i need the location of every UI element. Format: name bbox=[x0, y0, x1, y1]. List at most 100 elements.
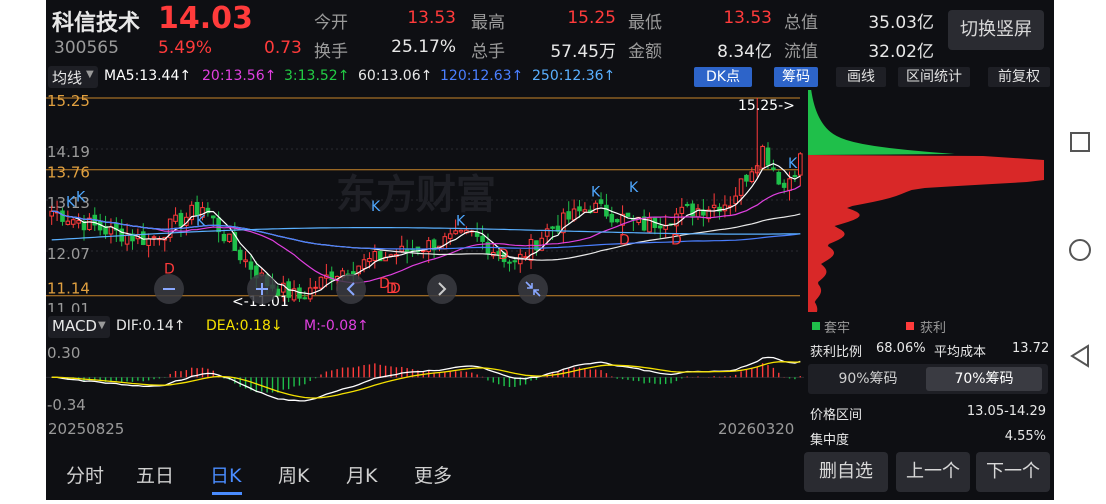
macd-select-label: MACD bbox=[52, 317, 97, 335]
date-end: 20260320 bbox=[718, 420, 795, 438]
candle bbox=[760, 144, 765, 171]
chip-tab[interactable]: 70%筹码 bbox=[926, 367, 1042, 391]
stat-value: 32.02亿 bbox=[868, 42, 934, 62]
trap-legend-icon bbox=[812, 322, 820, 330]
tool-button[interactable]: 前复权 bbox=[988, 67, 1050, 87]
chevron-down-icon: ▼ bbox=[86, 69, 94, 80]
change-value: 0.73 bbox=[264, 38, 302, 58]
d-marker: D bbox=[671, 233, 682, 249]
stock-code: 300565 bbox=[54, 38, 119, 58]
kline-chart[interactable]: 东方财富15.2514.1913.7613.1312.0711.1411.01K… bbox=[46, 90, 804, 312]
plus-icon[interactable] bbox=[247, 274, 277, 304]
stat-value: 25.17% bbox=[391, 37, 456, 57]
stat-label: 今开 bbox=[314, 13, 348, 33]
recent-apps-icon[interactable] bbox=[1070, 132, 1090, 152]
tool-button[interactable]: DK点 bbox=[694, 67, 752, 87]
concentration-label: 集中度 bbox=[810, 433, 850, 448]
prev-icon[interactable] bbox=[336, 274, 366, 304]
profit-legend-icon bbox=[906, 322, 914, 330]
ma-value: 250:12.36↑ bbox=[532, 68, 616, 84]
period-tab[interactable]: 月K bbox=[346, 461, 377, 488]
d-marker: D bbox=[498, 247, 509, 263]
k-marker: K bbox=[371, 199, 381, 215]
stat-value: 13.53 bbox=[723, 8, 772, 28]
k-marker: K bbox=[196, 214, 206, 230]
avg-cost-value: 13.72 bbox=[1012, 341, 1050, 356]
home-icon[interactable] bbox=[1069, 239, 1091, 261]
chevron-down-icon: ▼ bbox=[98, 320, 106, 331]
k-marker: K bbox=[66, 194, 76, 210]
tool-button[interactable]: 区间统计 bbox=[898, 67, 970, 87]
period-tab[interactable]: 分时 bbox=[66, 461, 104, 488]
k-marker: K bbox=[456, 214, 466, 230]
profit-ratio-value: 68.06% bbox=[876, 341, 926, 356]
stock-app: 科信技术 14.03 300565 5.49% 0.73 今开 13.53 最高 15… bbox=[46, 0, 1054, 500]
stat-label: 总值 bbox=[784, 13, 818, 33]
stat-label: 最低 bbox=[628, 13, 662, 33]
macd-dif: DIF:0.14↑ bbox=[116, 318, 186, 334]
d-marker: D bbox=[619, 233, 630, 249]
stat-value: 57.45万 bbox=[550, 42, 616, 62]
ma-value: MA5:13.44↑ bbox=[104, 68, 192, 84]
watermark: 东方财富 bbox=[336, 172, 496, 218]
period-tab[interactable]: 日K bbox=[210, 461, 241, 488]
stat-value: 8.34亿 bbox=[717, 42, 772, 62]
stat-label: 最高 bbox=[471, 13, 505, 33]
bottom-action-button[interactable]: 删自选 bbox=[804, 452, 888, 492]
candle bbox=[318, 276, 324, 290]
trap-legend-label: 套牢 bbox=[824, 321, 851, 336]
active-tab-underline bbox=[212, 492, 242, 495]
macd-chart[interactable]: 0.30 -0.34 bbox=[46, 338, 804, 418]
candle bbox=[625, 212, 631, 217]
macd-axis-bottom: -0.34 bbox=[47, 396, 86, 414]
candle bbox=[227, 233, 232, 243]
shrink-icon[interactable] bbox=[518, 274, 548, 304]
stock-price: 14.03 bbox=[158, 1, 253, 36]
stat-value: 15.25 bbox=[567, 8, 616, 28]
price-label: 13.76 bbox=[47, 164, 90, 182]
stock-name: 科信技术 bbox=[52, 11, 141, 36]
price-label: 15.25 bbox=[47, 92, 90, 110]
ma-value: 20:13.56↑ bbox=[202, 68, 277, 84]
bottom-action-button[interactable]: 上一个 bbox=[896, 452, 970, 492]
tool-button[interactable]: 画线 bbox=[836, 67, 886, 87]
back-icon[interactable] bbox=[1070, 344, 1089, 368]
profit-ratio-label: 获利比例 bbox=[810, 345, 863, 360]
chip-distribution-chart bbox=[808, 90, 1054, 312]
k-marker: K bbox=[591, 185, 601, 201]
stat-value: 13.53 bbox=[407, 8, 456, 28]
concentration-value: 4.55% bbox=[1004, 429, 1046, 444]
macd-m: M:-0.08↑ bbox=[304, 318, 369, 334]
k-marker: K bbox=[76, 189, 86, 205]
system-nav-bar bbox=[1054, 0, 1106, 500]
nav-icons bbox=[1069, 132, 1091, 368]
chip-tab[interactable]: 90%筹码 bbox=[810, 367, 926, 391]
chip-stats-panel: 套牢 获利 获利比例 68.06% 平均成本 13.72 90%筹码 70%筹码 … bbox=[808, 314, 1054, 448]
d-marker: D bbox=[386, 281, 397, 297]
price-label: 14.19 bbox=[47, 143, 90, 161]
switch-portrait-button[interactable]: 切换竖屏 bbox=[948, 10, 1044, 50]
ma-value: 3:13.52↑ bbox=[284, 68, 350, 84]
avg-cost-label: 平均成本 bbox=[934, 345, 987, 360]
k-marker: K bbox=[629, 180, 639, 196]
ma-select[interactable]: 均线 ▼ bbox=[48, 66, 98, 88]
change-percent: 5.49% bbox=[158, 38, 213, 58]
minus-icon[interactable] bbox=[154, 274, 184, 304]
ma-value: 120:12.63↑ bbox=[440, 68, 524, 84]
profit-legend-label: 获利 bbox=[920, 321, 947, 336]
period-tab[interactable]: 五日 bbox=[136, 461, 174, 488]
period-tab[interactable]: 更多 bbox=[414, 461, 452, 488]
stat-label: 换手 bbox=[314, 42, 348, 62]
period-tab[interactable]: 周K bbox=[278, 461, 309, 488]
macd-select[interactable]: MACD ▼ bbox=[48, 316, 110, 338]
price-range-value: 13.05-14.29 bbox=[966, 404, 1046, 419]
stat-label: 总手 bbox=[471, 42, 505, 62]
tool-button[interactable]: 筹码 bbox=[774, 67, 818, 87]
candle bbox=[776, 170, 782, 186]
next-icon[interactable] bbox=[427, 274, 457, 304]
chip-tab-bar: 90%筹码 70%筹码 bbox=[808, 364, 1048, 394]
high-marker: 15.25-> bbox=[738, 98, 795, 114]
date-start: 20250825 bbox=[48, 420, 125, 438]
macd-dea: DEA:0.18↓ bbox=[206, 318, 283, 334]
bottom-action-button[interactable]: 下一个 bbox=[976, 452, 1050, 492]
